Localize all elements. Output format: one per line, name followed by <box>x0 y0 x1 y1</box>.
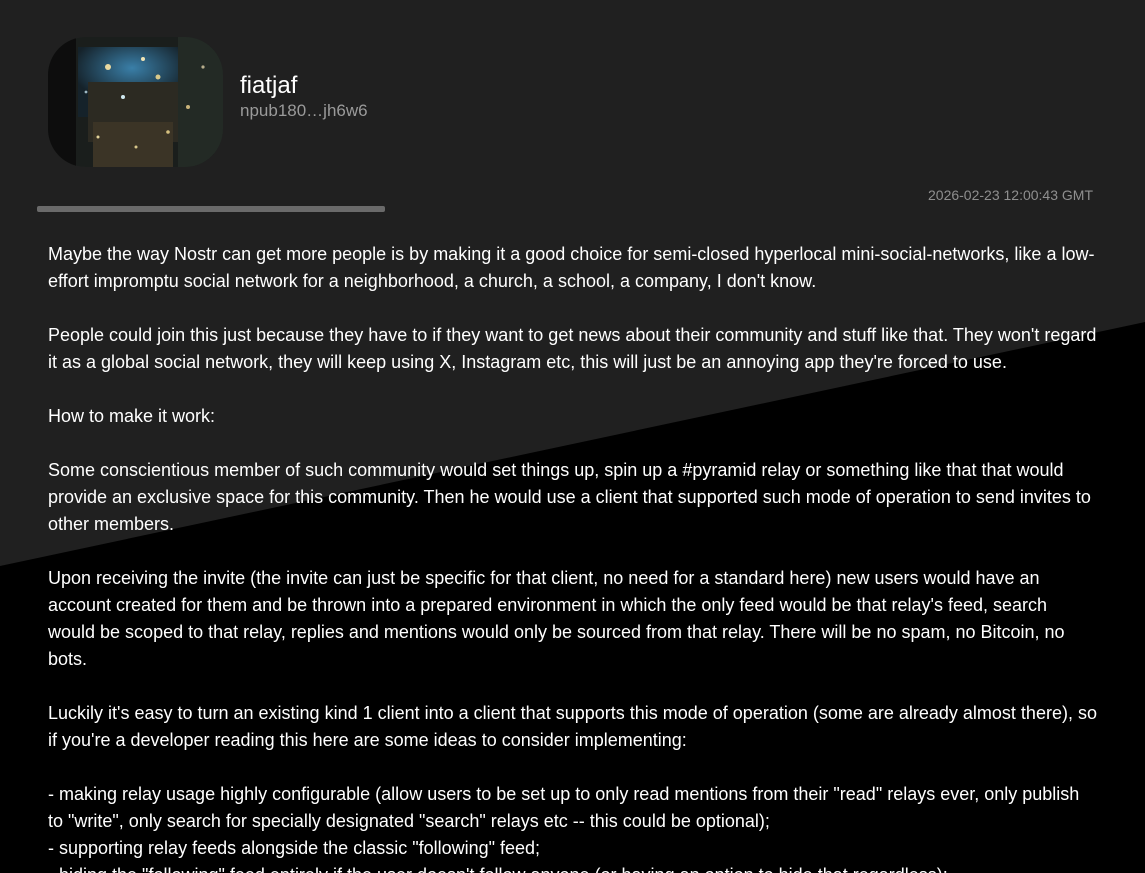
note-timestamp[interactable]: 2026-02-23 12:00:43 GMT <box>928 187 1093 203</box>
note-list-item: - making relay usage highly configurable… <box>48 784 1080 831</box>
note-content: Maybe the way Nostr can get more people … <box>48 241 1098 873</box>
note-paragraph: How to make it work: <box>48 406 216 426</box>
profile-name[interactable]: fiatjaf <box>240 72 297 100</box>
divider <box>37 206 385 212</box>
note-list-item: - supporting relay feeds alongside the c… <box>48 838 541 858</box>
note-paragraph: People could join this just because they… <box>48 325 1097 372</box>
note-paragraph: Some conscientious member of such commun… <box>48 460 1091 534</box>
note-paragraph: Upon receiving the invite (the invite ca… <box>48 568 1065 669</box>
note-page: fiatjaf npub180…jh6w6 2026-02-23 12:00:4… <box>0 0 1145 873</box>
note-paragraph: Maybe the way Nostr can get more people … <box>48 244 1095 291</box>
avatar-image <box>48 37 223 167</box>
note-list-item: - hiding the "following" feed entirely i… <box>48 862 1098 873</box>
note-paragraph: Luckily it's easy to turn an existing ki… <box>48 703 1097 750</box>
avatar[interactable] <box>48 37 223 167</box>
profile-npub[interactable]: npub180…jh6w6 <box>240 101 368 121</box>
